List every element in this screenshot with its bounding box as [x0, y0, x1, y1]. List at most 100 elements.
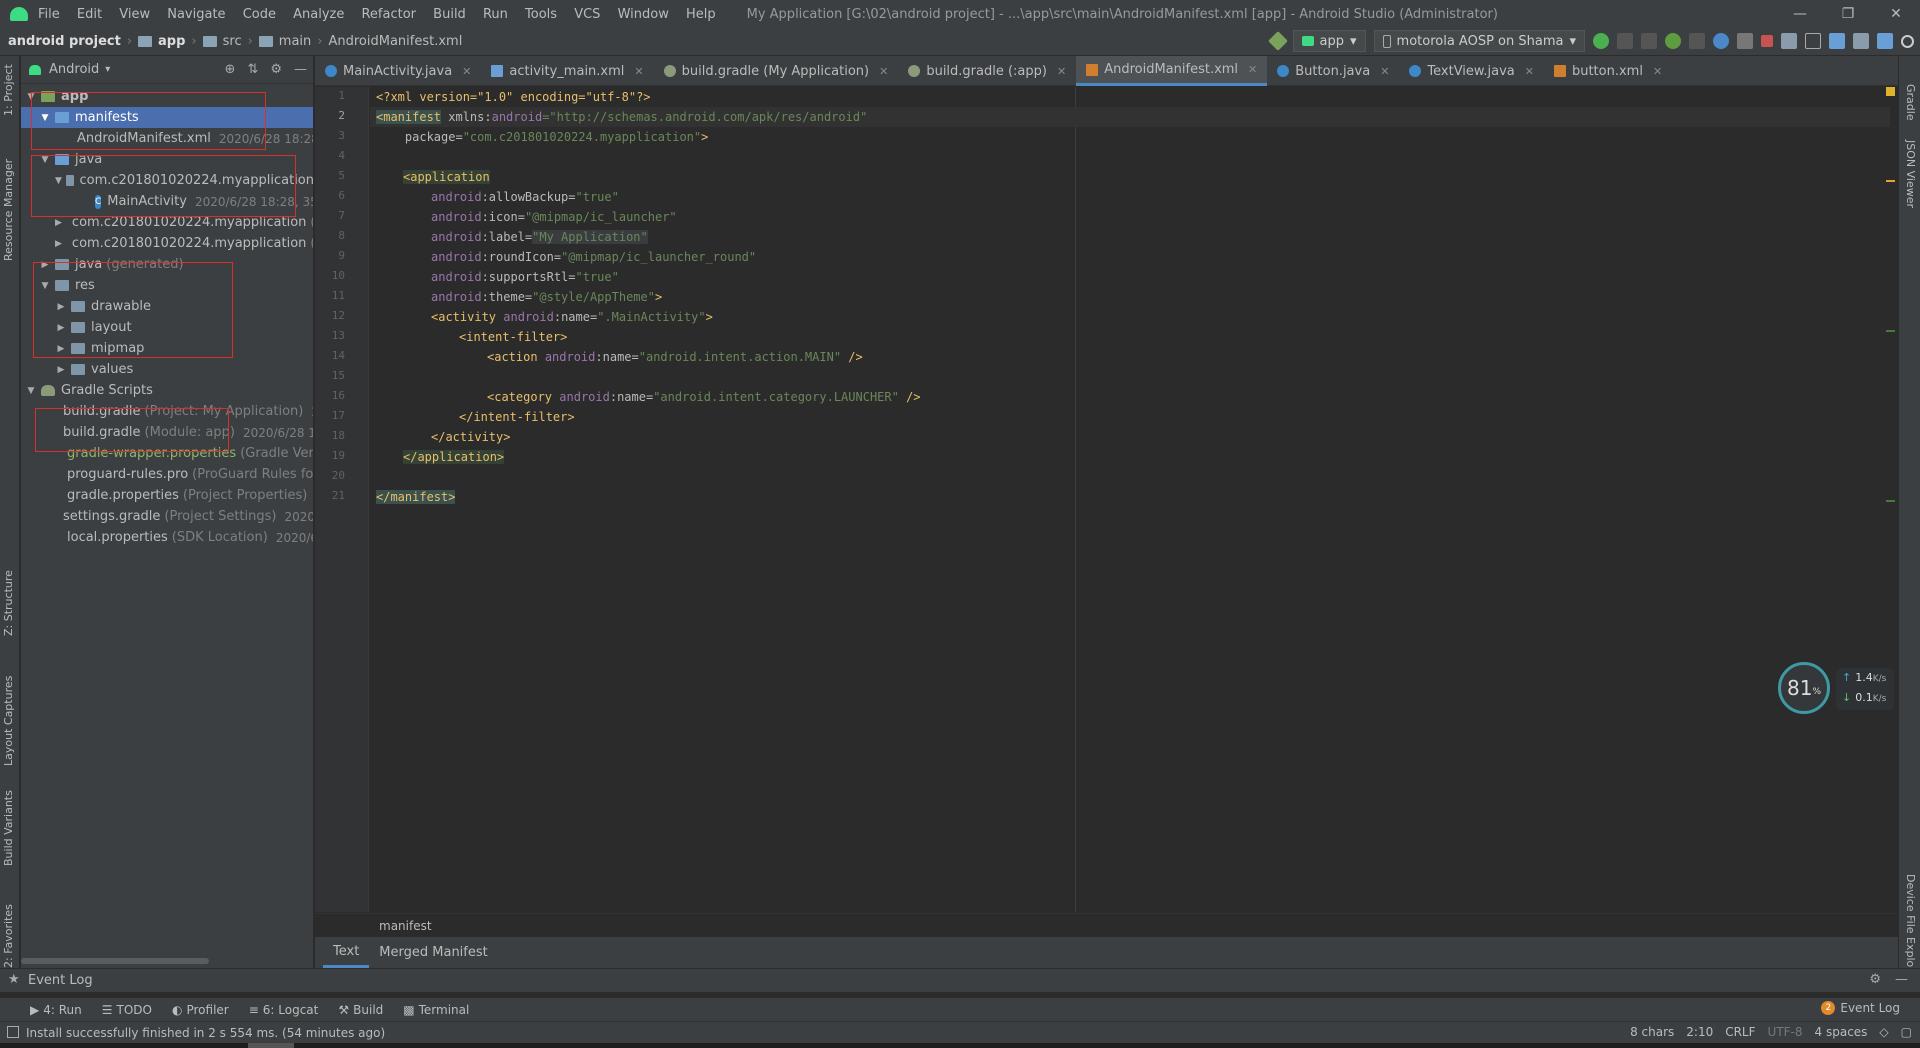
stripe-mark[interactable]	[1886, 330, 1895, 332]
logcat-tool-button[interactable]: ≡ 6: Logcat	[249, 1003, 319, 1017]
profiler-tool-button[interactable]: ◐ Profiler	[172, 1003, 229, 1017]
tree-item-local-properties[interactable]: local.properties(SDK Location) 2020/6/2	[21, 527, 313, 548]
close-icon[interactable]: ✕	[1653, 65, 1662, 78]
toggle-tool-windows-icon[interactable]	[7, 1026, 19, 1038]
menu-vcs[interactable]: VCS	[574, 7, 600, 22]
crumb-src[interactable]: src	[223, 34, 242, 49]
tab-activity-main-xml[interactable]: activity_main.xml ✕	[481, 56, 653, 86]
resource-manager-tool-button[interactable]: Resource Manager	[2, 159, 15, 261]
tab-button-java[interactable]: Button.java ✕	[1267, 56, 1399, 86]
menu-analyze[interactable]: Analyze	[293, 7, 344, 22]
close-icon[interactable]: ✕	[1057, 65, 1066, 78]
xml-breadcrumb[interactable]: manifest	[315, 913, 1898, 937]
attach-debugger-icon[interactable]	[1737, 33, 1753, 49]
crumb-project[interactable]: android project	[8, 34, 121, 49]
menu-edit[interactable]: Edit	[77, 7, 102, 22]
device-select[interactable]: motorola AOSP on Shama ▾	[1373, 30, 1585, 52]
locate-icon[interactable]: ⊕	[225, 62, 236, 77]
lock-icon[interactable]: ◇	[1879, 1025, 1888, 1039]
apply-code-changes-icon[interactable]	[1617, 33, 1633, 49]
xml-breadcrumb-item[interactable]: manifest	[379, 919, 432, 933]
sdk-manager-icon[interactable]	[1853, 33, 1869, 49]
project-structure-icon[interactable]	[1805, 33, 1821, 49]
status-message[interactable]: Install successfully finished in 2 s 554…	[26, 1026, 385, 1040]
close-icon[interactable]: ✕	[462, 65, 471, 78]
minimize-icon[interactable]: —	[1776, 0, 1824, 28]
project-horizontal-scrollbar[interactable]	[21, 958, 209, 964]
menu-help[interactable]: Help	[686, 7, 716, 22]
file-encoding[interactable]: UTF-8	[1768, 1025, 1803, 1039]
stripe-mark[interactable]	[1886, 500, 1895, 502]
close-icon[interactable]: ✕	[1248, 63, 1257, 76]
sync-project-icon[interactable]	[1781, 33, 1797, 49]
menu-tools[interactable]: Tools	[525, 7, 557, 22]
tab-build-gradle-project[interactable]: build.gradle (My Application) ✕	[654, 56, 899, 86]
rerun-icon[interactable]	[1641, 33, 1657, 49]
gear-icon[interactable]: ⚙	[270, 62, 282, 77]
hide-icon[interactable]: —	[1895, 972, 1908, 987]
tab-textview-java[interactable]: TextView.java ✕	[1399, 56, 1544, 86]
apply-changes-icon[interactable]	[1593, 33, 1609, 49]
json-viewer-tool-button[interactable]: JSON Viewer	[1904, 140, 1917, 208]
tab-text[interactable]: Text	[323, 938, 370, 968]
build-tool-button[interactable]: ⚒ Build	[338, 1003, 383, 1017]
close-icon[interactable]: ✕	[634, 65, 643, 78]
caret-position[interactable]: 2:10	[1686, 1025, 1713, 1039]
stripe-mark[interactable]	[1886, 180, 1895, 182]
menu-code[interactable]: Code	[243, 7, 276, 22]
search-icon[interactable]	[1901, 34, 1914, 48]
star-icon[interactable]: ★	[8, 972, 20, 987]
tree-item-gradle-properties[interactable]: gradle.properties(Project Properties)20	[21, 485, 313, 506]
network-monitor-widget[interactable]: 81% ↑ 1.4K/s ↓ 0.1K/s	[1778, 662, 1896, 714]
project-view-select[interactable]: Android	[49, 62, 99, 77]
close-icon[interactable]: ✕	[1380, 65, 1389, 78]
menu-file[interactable]: File	[38, 7, 60, 22]
tab-merged-manifest[interactable]: Merged Manifest	[369, 939, 497, 966]
gradle-tool-button[interactable]: Gradle	[1904, 84, 1917, 121]
stop-icon[interactable]	[1761, 35, 1773, 47]
collapse-all-icon[interactable]: ⇅	[247, 62, 258, 77]
favorites-tool-button[interactable]: 2: Favorites	[2, 904, 15, 968]
gear-icon[interactable]: ⚙	[1869, 972, 1881, 987]
todo-tool-button[interactable]: ☰ TODO	[102, 1003, 152, 1017]
structure-tool-button[interactable]: Z: Structure	[2, 570, 15, 636]
hammer-icon[interactable]	[1267, 31, 1288, 51]
tab-androidmanifest-xml[interactable]: AndroidManifest.xml ✕	[1076, 56, 1268, 86]
tree-item-values[interactable]: ▶ values	[21, 359, 313, 380]
crumb-app[interactable]: app	[158, 34, 185, 49]
profile-icon[interactable]	[1713, 33, 1729, 49]
crumb-file[interactable]: AndroidManifest.xml	[328, 34, 462, 49]
tab-button-xml[interactable]: button.xml ✕	[1544, 56, 1672, 86]
tree-item-proguard[interactable]: proguard-rules.pro (ProGuard Rules for	[21, 464, 313, 485]
close-icon[interactable]: ✕	[1525, 65, 1534, 78]
restore-icon[interactable]: ❐	[1824, 0, 1872, 28]
warning-indicator-icon[interactable]	[1886, 87, 1895, 96]
layout-captures-tool-button[interactable]: Layout Captures	[2, 676, 15, 766]
menu-view[interactable]: View	[119, 7, 150, 22]
tree-item-settings-gradle[interactable]: settings.gradle(Project Settings) 2020/6/	[21, 506, 313, 527]
run-tool-button[interactable]: ▶ 4: Run	[30, 1003, 82, 1017]
terminal-tool-button[interactable]: ▩ Terminal	[403, 1003, 469, 1017]
close-icon[interactable]: ✕	[879, 65, 888, 78]
coverage-icon[interactable]	[1689, 33, 1705, 49]
hide-icon[interactable]: —	[294, 62, 307, 77]
menu-refactor[interactable]: Refactor	[361, 7, 416, 22]
memory-indicator-icon[interactable]: ▢	[1901, 1025, 1912, 1039]
editor-gutter[interactable]: 1 2 3 4 5 6 7 8 9 10 11 12 13 14 15 16 1…	[315, 87, 369, 912]
debug-icon[interactable]	[1665, 33, 1681, 49]
tab-build-gradle-app[interactable]: build.gradle (:app) ✕	[898, 56, 1076, 86]
menu-window[interactable]: Window	[618, 7, 669, 22]
code-editor[interactable]: <?xml version="1.0" encoding="utf-8"?> <…	[370, 87, 1890, 912]
line-separator[interactable]: CRLF	[1725, 1025, 1755, 1039]
editor-error-stripe[interactable]	[1886, 87, 1896, 912]
chevron-down-icon[interactable]: ▾	[105, 64, 110, 75]
menu-run[interactable]: Run	[483, 7, 508, 22]
tree-item-package-test[interactable]: ▶com.c201801020224.myapplication(t	[21, 233, 313, 254]
menu-build[interactable]: Build	[433, 7, 466, 22]
tree-item-gradle-scripts[interactable]: ▼ Gradle Scripts	[21, 380, 313, 401]
crumb-main[interactable]: main	[279, 34, 311, 49]
run-config-select[interactable]: app ▾	[1292, 30, 1366, 52]
device-file-explorer-tool-button[interactable]: Device File Explorer	[1904, 874, 1917, 983]
indent-setting[interactable]: 4 spaces	[1815, 1025, 1868, 1039]
menu-navigate[interactable]: Navigate	[167, 7, 225, 22]
